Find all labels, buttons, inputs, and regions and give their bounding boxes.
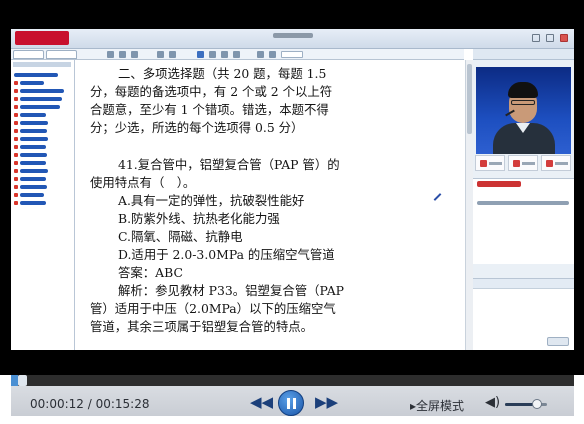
chat-header — [473, 279, 574, 289]
doc-line: 答案：ABC — [118, 265, 183, 280]
doc-line: A.具有一定的弹性，抗破裂性能好 — [118, 193, 305, 208]
outline-item[interactable] — [14, 129, 70, 133]
shape-icon[interactable] — [221, 51, 228, 58]
send-button[interactable] — [547, 337, 569, 346]
seek-handle[interactable] — [18, 375, 27, 386]
doc-line: 41.复合管中，铝塑复合管（PAP 管）的 — [118, 157, 340, 172]
video-tile[interactable] — [541, 155, 571, 171]
letterbox-right — [574, 0, 584, 375]
outline-item[interactable] — [14, 193, 70, 197]
toolbar-icon[interactable] — [131, 51, 138, 58]
outline-item[interactable] — [14, 121, 70, 125]
volume-slider[interactable] — [505, 399, 547, 409]
letterbox-left — [0, 0, 11, 375]
maximize-icon[interactable] — [546, 34, 554, 42]
outline-item[interactable] — [14, 177, 70, 181]
scrollbar-thumb[interactable] — [467, 64, 472, 134]
color-icon[interactable] — [257, 51, 264, 58]
eraser-icon[interactable] — [233, 51, 240, 58]
doc-line: 二、多项选择题（共 20 题，每题 1.5 — [118, 66, 327, 81]
fast-forward-icon[interactable]: ▶▶ — [315, 395, 338, 410]
redo-icon[interactable] — [169, 51, 176, 58]
time-readout: 00:00:12 / 00:15:28 — [30, 397, 149, 411]
teacher-webcam — [476, 67, 571, 154]
outline-item[interactable] — [14, 145, 70, 149]
toolbar-icon[interactable] — [119, 51, 126, 58]
doc-line: 管道，其余三项属于铝塑复合管的特点。 — [90, 319, 314, 334]
letterbox-bottom — [0, 350, 584, 375]
undo-icon[interactable] — [157, 51, 164, 58]
seek-progress — [11, 375, 18, 386]
video-tile[interactable] — [475, 155, 505, 171]
playback-controls: 00:00:12 / 00:15:28 ◀◀ ▶▶ ▸全屏模式 ◀) — [11, 375, 574, 416]
outline-item[interactable] — [14, 185, 70, 189]
video-tile[interactable] — [508, 155, 538, 171]
course-outline-panel — [11, 60, 75, 350]
doc-line: 分；少选，所选的每个选项得 0.5 分） — [90, 120, 304, 135]
minimize-icon[interactable] — [532, 34, 540, 42]
outline-item[interactable] — [14, 153, 70, 157]
outline-header — [13, 62, 71, 67]
doc-line: B.防紫外线、抗热老化能力强 — [118, 211, 280, 226]
fullscreen-button[interactable]: ▸全屏模式 — [410, 397, 464, 414]
pen-icon[interactable] — [197, 51, 204, 58]
total-time: 00:15:28 — [95, 397, 150, 411]
teacher-hair — [508, 82, 538, 98]
outline-item[interactable] — [14, 113, 70, 117]
zoom-icon[interactable] — [269, 51, 276, 58]
user-row[interactable] — [477, 201, 569, 205]
outline-item[interactable] — [14, 105, 70, 109]
line-icon[interactable] — [209, 51, 216, 58]
outline-item[interactable] — [14, 169, 70, 173]
toolbar-icon[interactable] — [107, 51, 114, 58]
zoom-select[interactable] — [281, 51, 303, 58]
speaker-icon[interactable]: ◀) — [485, 395, 500, 410]
chat-panel — [473, 278, 574, 350]
outline-item[interactable] — [14, 73, 58, 77]
doc-line: D.适用于 2.0-3.0MPa 的压缩空气管道 — [118, 247, 335, 262]
teacher-glasses — [511, 100, 535, 105]
doc-line: 分，每题的备选项中，有 2 个或 2 个以上符 — [90, 84, 333, 99]
app-titlebar — [11, 29, 574, 49]
outline-item[interactable] — [14, 89, 70, 93]
video-player: 二、多项选择题（共 20 题，每题 1.5 分，每题的备选项中，有 2 个或 2… — [0, 0, 584, 424]
outline-item[interactable] — [14, 137, 70, 141]
close-icon[interactable] — [560, 34, 568, 42]
doc-line: 合题意，至少有 1 个错项。错选，本题不得 — [90, 102, 329, 117]
outline-item[interactable] — [14, 97, 70, 101]
panel-header — [473, 49, 574, 60]
pen-cursor-icon — [433, 193, 442, 201]
rewind-icon[interactable]: ◀◀ — [250, 395, 273, 410]
document-scrollbar[interactable] — [465, 60, 473, 350]
user-list — [473, 178, 574, 264]
slide-document: 二、多项选择题（共 20 题，每题 1.5 分，每题的备选项中，有 2 个或 2… — [76, 60, 465, 350]
window-title — [273, 33, 313, 38]
outline-item[interactable] — [14, 81, 70, 85]
right-panel — [473, 49, 574, 350]
app-logo — [15, 31, 69, 45]
current-time: 00:00:12 — [30, 397, 84, 411]
time-separator: / — [83, 397, 96, 411]
pause-icon[interactable] — [278, 390, 304, 416]
seek-bar[interactable] — [11, 375, 574, 386]
user-list-header — [477, 181, 521, 187]
volume-handle[interactable] — [532, 399, 542, 409]
outline-item[interactable] — [14, 201, 70, 205]
doc-line: C.隔氧、隔磁、抗静电 — [118, 229, 243, 244]
toolbar — [11, 49, 464, 60]
tab-whiteboard[interactable] — [46, 50, 77, 59]
outline-item[interactable] — [14, 161, 70, 165]
tab-document[interactable] — [13, 50, 44, 59]
doc-line: 解析：参见教材 P33。铝塑复合管（PAP — [118, 283, 344, 298]
doc-line: 使用特点有（ ）。 — [90, 175, 196, 190]
doc-line: 管）适用于中压（2.0MPa）以下的压缩空气 — [90, 301, 336, 316]
letterbox-top — [0, 0, 584, 29]
